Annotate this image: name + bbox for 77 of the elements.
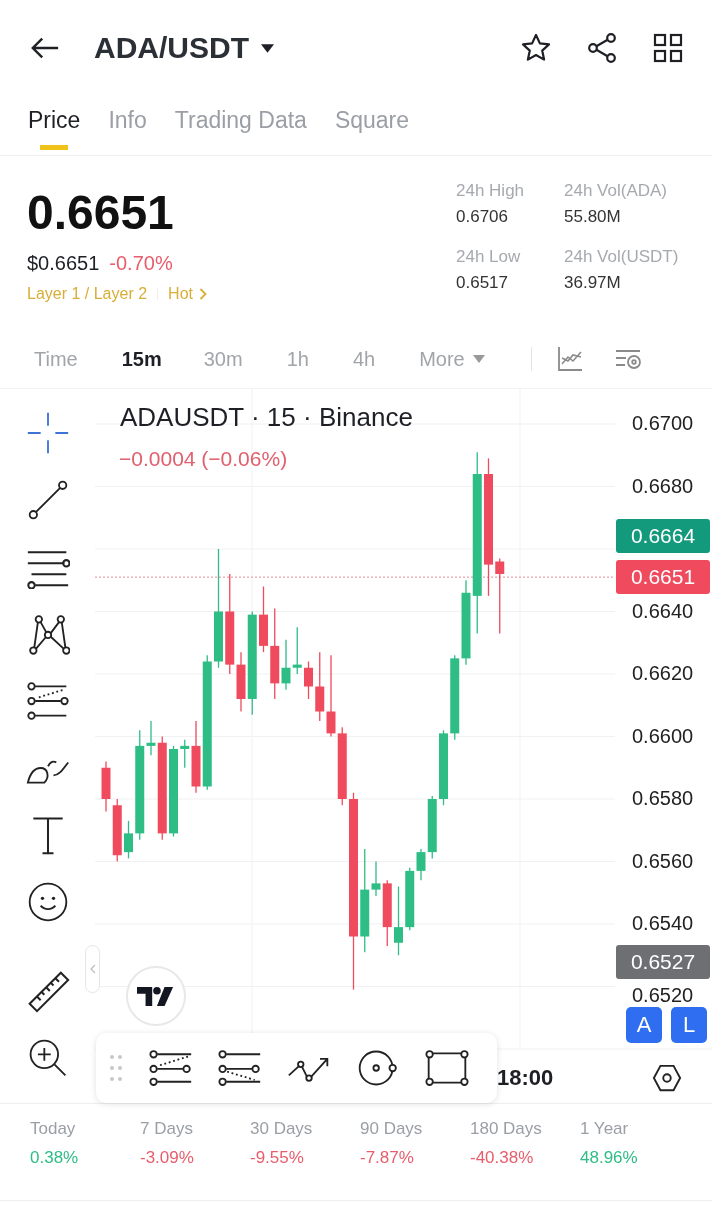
price-axis-label: 0.6640 bbox=[632, 599, 694, 623]
candle bbox=[394, 885, 403, 956]
candle bbox=[292, 626, 302, 675]
price-badge: 0.6664 bbox=[616, 519, 710, 553]
interval-tab[interactable]: 15m bbox=[121, 347, 162, 371]
star-icon[interactable] bbox=[520, 31, 552, 64]
interval-tab[interactable]: Time bbox=[34, 347, 78, 371]
stat-value: 0.6706 bbox=[456, 207, 509, 227]
stat-value: 0.6517 bbox=[456, 273, 509, 293]
candle bbox=[101, 760, 111, 813]
candle bbox=[315, 651, 325, 722]
stat-value: 36.97M bbox=[564, 273, 622, 293]
scale-button[interactable]: A bbox=[626, 1007, 662, 1043]
price-axis-label: 0.6600 bbox=[632, 724, 694, 748]
logo-icon bbox=[137, 984, 175, 1008]
logo-button[interactable] bbox=[126, 966, 186, 1026]
period-label: 90 Days bbox=[360, 1119, 424, 1139]
candle bbox=[112, 798, 122, 863]
period-change: -3.09% bbox=[140, 1148, 195, 1168]
price-axis-label: 0.6700 bbox=[632, 412, 694, 435]
stat-label: 24h High bbox=[456, 181, 526, 201]
crosshair-icon[interactable] bbox=[25, 411, 70, 455]
back-arrow-icon[interactable] bbox=[30, 35, 60, 60]
candle bbox=[304, 660, 313, 700]
period-label: 7 Days bbox=[140, 1119, 194, 1139]
price-axis-label: 0.6580 bbox=[632, 787, 694, 810]
fib-lines-icon[interactable] bbox=[25, 679, 70, 723]
indicator-chart-icon[interactable] bbox=[555, 345, 584, 373]
period-label: 30 Days bbox=[250, 1119, 314, 1139]
tag-link[interactable]: Layer 1 / Layer 2 bbox=[27, 285, 148, 303]
chart-change: −0.0004 (−0.06%) bbox=[119, 447, 288, 471]
share-icon[interactable] bbox=[586, 31, 618, 64]
grid-icon[interactable] bbox=[652, 31, 684, 64]
price-change: -0.70% bbox=[109, 252, 173, 275]
caret-icon[interactable] bbox=[261, 44, 274, 53]
interval-tab[interactable]: More bbox=[419, 347, 465, 371]
chart-legend: ADAUSDT · 15 · Binance bbox=[120, 402, 413, 433]
rectangle-tool-icon[interactable] bbox=[425, 1048, 469, 1088]
period-change: -9.55% bbox=[250, 1148, 305, 1168]
price-axis-label: 0.6540 bbox=[632, 912, 694, 935]
price-axis-label: 0.6560 bbox=[632, 849, 694, 873]
period-label: 180 Days bbox=[470, 1119, 543, 1139]
stat-label: 24h Vol(USDT) bbox=[564, 247, 680, 267]
usd-price: $0.6651 bbox=[27, 252, 100, 275]
interval-tab[interactable]: 30m bbox=[203, 347, 243, 371]
period-change: -40.38% bbox=[470, 1148, 535, 1168]
candle bbox=[259, 585, 268, 653]
price-axis-label: 0.6620 bbox=[632, 662, 694, 685]
fib-lines-icon[interactable] bbox=[149, 1048, 193, 1088]
price-axis-label: 0.6680 bbox=[632, 474, 694, 498]
tab[interactable]: Info bbox=[108, 95, 147, 155]
circle-tool-icon[interactable] bbox=[356, 1048, 400, 1088]
interval-tab[interactable]: 4h bbox=[352, 347, 376, 371]
period-label: 1 Year bbox=[580, 1119, 630, 1139]
price-axis-label: 0.6520 bbox=[632, 983, 694, 1007]
scale-button[interactable]: L bbox=[671, 1007, 707, 1043]
tag-link[interactable]: Hot bbox=[168, 285, 193, 303]
period-change: -7.87% bbox=[360, 1148, 415, 1168]
settings-icon[interactable] bbox=[652, 1063, 682, 1093]
drag-handle-icon[interactable] bbox=[110, 1054, 122, 1082]
last-price: 0.6651 bbox=[27, 188, 175, 238]
stat-value: 55.80M bbox=[564, 207, 622, 227]
price-badge: 0.6651 bbox=[616, 560, 710, 594]
stat-label: 24h Vol(ADA) bbox=[564, 181, 668, 201]
collapse-handle[interactable] bbox=[85, 945, 100, 993]
tab[interactable]: Trading Data bbox=[174, 95, 307, 155]
pair-title[interactable]: ADA/USDT bbox=[94, 30, 249, 65]
period-change: 0.38% bbox=[30, 1148, 80, 1168]
tab[interactable]: Square bbox=[334, 95, 410, 155]
period-label: Today bbox=[30, 1119, 77, 1139]
parallel-channel-icon[interactable] bbox=[218, 1048, 262, 1088]
candle bbox=[124, 820, 133, 860]
stat-label: 24h Low bbox=[456, 247, 522, 267]
price-badge: 0.6527 bbox=[616, 945, 710, 979]
interval-tab[interactable]: 1h bbox=[286, 347, 309, 371]
time-axis-label: 18:00 bbox=[497, 1065, 554, 1091]
period-change: 48.96% bbox=[580, 1148, 639, 1168]
